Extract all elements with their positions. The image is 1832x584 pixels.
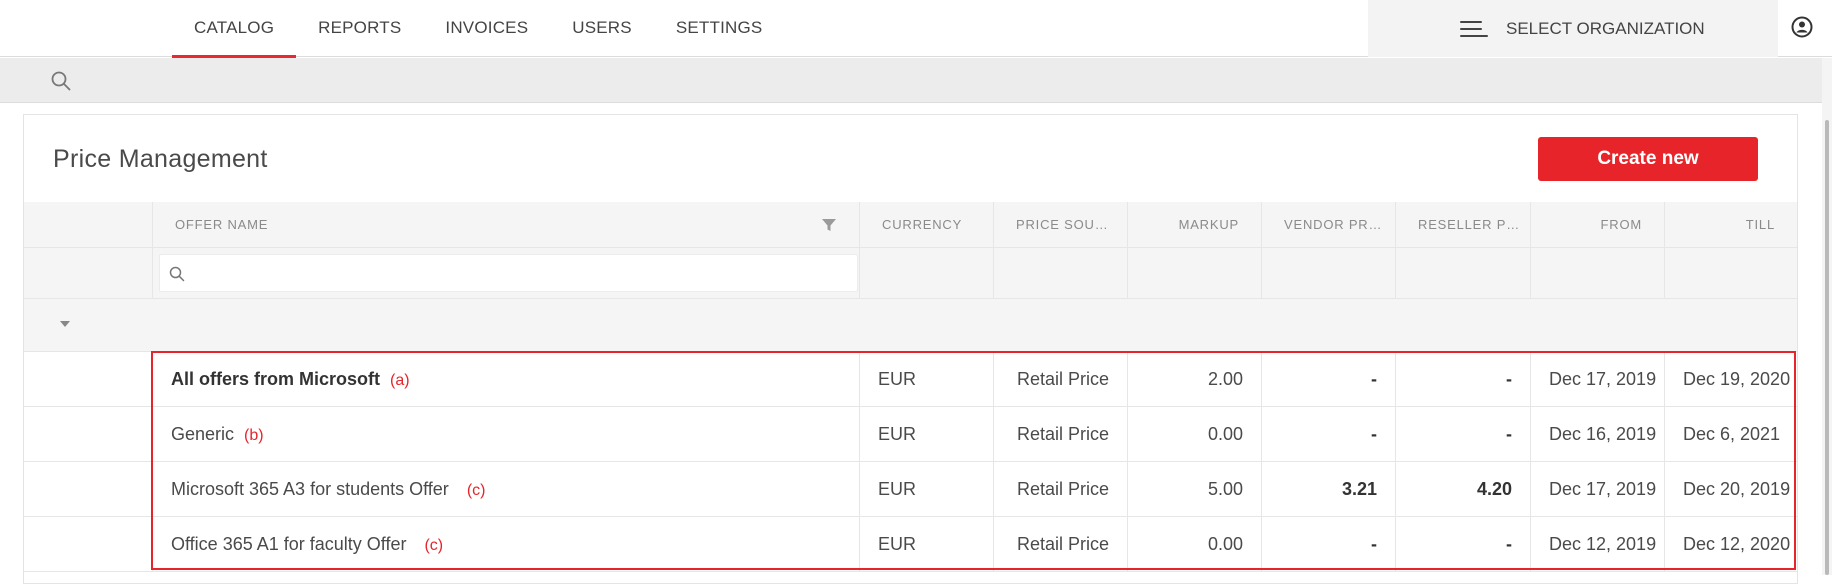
filter-spacer: [24, 248, 153, 298]
offer-name-filter-cell: [153, 248, 860, 298]
column-header-markup[interactable]: MARKUP: [1128, 202, 1262, 247]
filter-cell: [860, 248, 994, 298]
price-source-cell: Retail Price: [994, 517, 1128, 571]
offer-name: Microsoft 365 A3 for students Offer: [171, 479, 449, 499]
column-header-label: OFFER NAME: [175, 217, 269, 232]
global-search-bar[interactable]: [0, 58, 1822, 103]
tab-catalog[interactable]: CATALOG: [172, 0, 297, 58]
filter-cell: [1128, 248, 1262, 298]
offer-annotation: (b): [244, 427, 264, 444]
till-date-cell: Dec 19, 2020: [1683, 369, 1791, 389]
currency-cell: EUR: [860, 462, 994, 516]
currency-cell: EUR: [860, 407, 994, 461]
vendor-price-cell: 3.21: [1262, 462, 1396, 516]
tab-settings[interactable]: SETTINGS: [654, 0, 785, 57]
table-filter-row: [24, 248, 1797, 299]
column-header-vendor-price[interactable]: VENDOR PR…: [1262, 202, 1396, 247]
filter-cell: [994, 248, 1128, 298]
row-spacer: [24, 407, 153, 461]
row-spacer: [24, 462, 153, 516]
column-header-offer-name[interactable]: OFFER NAME: [153, 202, 860, 247]
price-management-card: Price Management Create new OFFER NAME C…: [23, 114, 1798, 584]
header-spacer: [24, 202, 153, 247]
offer-name: Office 365 A1 for faculty Offer: [171, 534, 407, 554]
till-date-cell: Dec 6, 2021: [1683, 424, 1781, 444]
page-title: Price Management: [53, 145, 268, 173]
filter-icon[interactable]: [821, 217, 837, 233]
price-source-cell: Retail Price: [994, 352, 1128, 406]
vendor-price-cell: -: [1262, 352, 1396, 406]
reseller-price-cell: 4.20: [1396, 462, 1531, 516]
scrollbar-thumb[interactable]: [1825, 120, 1829, 575]
filter-cell: [1531, 248, 1665, 298]
offer-name-cell[interactable]: Office 365 A1 for faculty Offer (c): [153, 517, 860, 571]
till-date-cell: Dec 20, 2019: [1683, 479, 1791, 499]
vendor-price-cell: -: [1262, 407, 1396, 461]
reseller-price-cell: -: [1396, 352, 1531, 406]
filter-cell: [1396, 248, 1531, 298]
tab-reports[interactable]: REPORTS: [296, 0, 423, 57]
expand-caret-icon[interactable]: [60, 321, 70, 327]
till-date-cell: Dec 12, 2020: [1683, 534, 1791, 554]
row-spacer: [24, 352, 153, 406]
column-header-currency[interactable]: CURRENCY: [860, 202, 994, 247]
price-source-cell: Retail Price: [994, 462, 1128, 516]
reseller-price-cell: -: [1396, 517, 1531, 571]
table-row[interactable]: All offers from Microsoft (a) EUR Retail …: [24, 352, 1797, 407]
markup-cell: 2.00: [1128, 352, 1262, 406]
column-header-till[interactable]: TILL: [1665, 202, 1797, 247]
search-icon: [169, 266, 185, 282]
from-date-cell: Dec 17, 2019: [1531, 462, 1665, 516]
row-spacer: [24, 517, 153, 571]
offer-name-filter-input[interactable]: [159, 254, 858, 292]
markup-cell: 5.00: [1128, 462, 1262, 516]
from-date-cell: Dec 17, 2019: [1531, 352, 1665, 406]
price-table: OFFER NAME CURRENCY PRICE SOU… MARKUP VE…: [24, 202, 1797, 572]
offer-name-cell[interactable]: Generic (b): [153, 407, 860, 461]
table-row[interactable]: Microsoft 365 A3 for students Offer (c) E…: [24, 462, 1797, 517]
filter-cell: [1665, 248, 1797, 298]
from-date-cell: Dec 12, 2019: [1531, 517, 1665, 571]
column-header-from[interactable]: FROM: [1531, 202, 1665, 247]
column-header-price-source[interactable]: PRICE SOU…: [994, 202, 1128, 247]
table-header-row: OFFER NAME CURRENCY PRICE SOU… MARKUP VE…: [24, 202, 1797, 248]
hamburger-icon: [1460, 19, 1488, 39]
column-header-reseller-price[interactable]: RESELLER P…: [1396, 202, 1531, 247]
offer-name-cell[interactable]: All offers from Microsoft (a): [153, 352, 860, 406]
tab-invoices[interactable]: INVOICES: [423, 0, 550, 57]
offer-annotation: (c): [466, 482, 486, 499]
currency-cell: EUR: [860, 517, 994, 571]
markup-cell: 0.00: [1128, 407, 1262, 461]
offer-name-cell[interactable]: Microsoft 365 A3 for students Offer (c): [153, 462, 860, 516]
offer-name: Generic: [171, 424, 235, 444]
offer-name: All offers from Microsoft: [171, 369, 381, 389]
offer-annotation: (c): [424, 537, 444, 554]
from-date-cell: Dec 16, 2019: [1531, 407, 1665, 461]
reseller-price-cell: -: [1396, 407, 1531, 461]
table-row[interactable]: Generic (b) EUR Retail Price 0.00 - - Dec…: [24, 407, 1797, 462]
organization-selector[interactable]: SELECT ORGANIZATION: [1368, 0, 1778, 57]
vendor-price-cell: -: [1262, 517, 1396, 571]
price-source-cell: Retail Price: [994, 407, 1128, 461]
table-row[interactable]: Office 365 A1 for faculty Offer (c) EUR R…: [24, 517, 1797, 572]
create-new-button[interactable]: Create new: [1538, 137, 1758, 181]
organization-selector-label: SELECT ORGANIZATION: [1506, 18, 1705, 38]
tab-users[interactable]: USERS: [550, 0, 654, 57]
currency-cell: EUR: [860, 352, 994, 406]
markup-cell: 0.00: [1128, 517, 1262, 571]
search-icon[interactable]: [50, 70, 72, 92]
filter-cell: [1262, 248, 1396, 298]
top-navigation: CATALOG REPORTS INVOICES USERS SETTINGS …: [0, 0, 1832, 58]
offer-annotation: (a): [390, 372, 410, 389]
main-nav-tabs: CATALOG REPORTS INVOICES USERS SETTINGS: [172, 0, 785, 58]
group-row[interactable]: [24, 299, 1797, 352]
user-account-icon[interactable]: [1791, 16, 1813, 38]
